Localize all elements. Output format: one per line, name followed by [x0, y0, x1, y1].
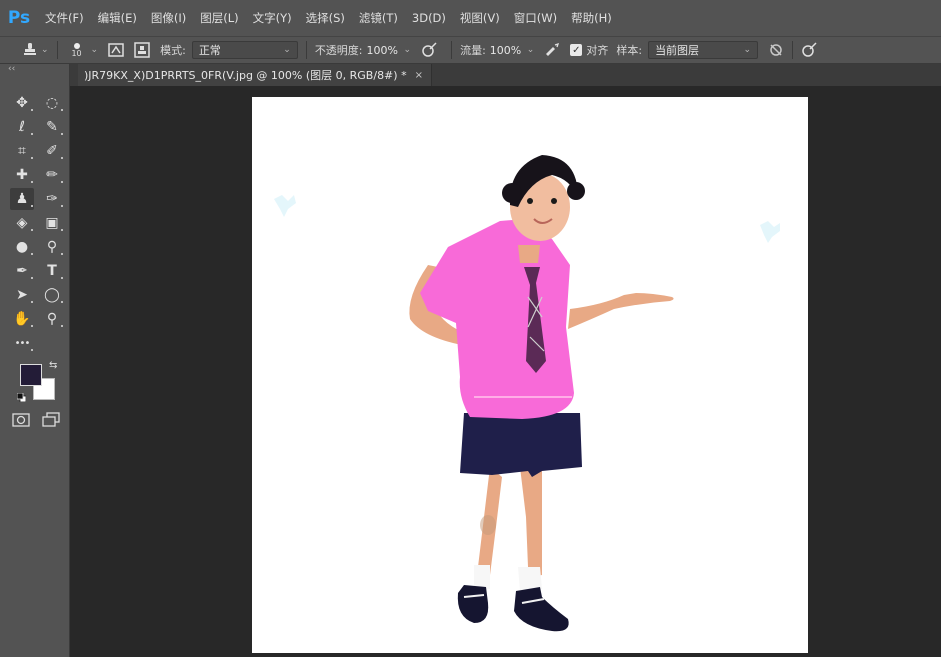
document-tab-bar: )JR79KX_X)D1PRRTS_0FR(V.jpg @ 100% (图层 0… — [70, 64, 941, 86]
collapse-toolbox-icon[interactable]: ‹‹ — [0, 64, 69, 76]
divider — [305, 41, 307, 59]
flow-field[interactable]: 100% — [490, 41, 524, 59]
opacity-field[interactable]: 100% — [367, 41, 401, 59]
brush-settings-panel-icon[interactable] — [108, 42, 124, 58]
sample-value: 当前图层 — [655, 44, 700, 57]
align-checkbox[interactable]: ✓ 对齐 — [570, 36, 608, 64]
divider — [792, 41, 794, 59]
workspace — [70, 86, 941, 657]
chevron-down-icon: ⌄ — [41, 45, 49, 55]
menu-window[interactable]: 窗口(W) — [507, 0, 564, 36]
history-brush-tool[interactable]: ✑ — [40, 188, 64, 210]
type-tool[interactable]: T — [40, 260, 64, 282]
eyedropper-tool[interactable]: ✐ — [40, 140, 64, 162]
toolbox: ‹‹ ✥ ◌ ℓ ✎ ⌗ ✐ ✚ ✏ ♟ ✑ ◈ ▣ ● ⚲ ✒ T ➤ ◯ ✋… — [0, 64, 70, 657]
menu-select[interactable]: 选择(S) — [299, 0, 352, 36]
path-selection-tool[interactable]: ➤ — [10, 284, 34, 306]
marquee-tool[interactable]: ◌ — [40, 92, 64, 114]
brush-size-picker[interactable]: 10 — [66, 36, 88, 64]
menu-edit[interactable]: 编辑(E) — [91, 0, 144, 36]
clone-source-panel-icon[interactable] — [134, 42, 150, 58]
pen-tool[interactable]: ✒ — [10, 260, 34, 282]
ignore-adjustment-layers-icon[interactable] — [768, 42, 784, 58]
menu-file[interactable]: 文件(F) — [38, 0, 91, 36]
menu-3d[interactable]: 3D(D) — [405, 0, 453, 36]
tool-preset-picker[interactable]: ⌄ — [22, 36, 49, 64]
chevron-down-icon: ⌄ — [283, 45, 291, 55]
sample-label: 样本: — [616, 44, 643, 57]
clone-stamp-tool[interactable]: ♟ — [10, 188, 34, 210]
ellipse-tool[interactable]: ◯ — [40, 284, 64, 306]
sample-select[interactable]: 当前图层 ⌄ — [648, 41, 759, 59]
zoom-tool[interactable]: ⚲ — [40, 308, 64, 330]
document-tab[interactable]: )JR79KX_X)D1PRRTS_0FR(V.jpg @ 100% (图层 0… — [78, 64, 432, 86]
hand-tool[interactable]: ✋ — [10, 308, 34, 330]
menu-view[interactable]: 视图(V) — [453, 0, 507, 36]
mode-label: 模式: — [160, 44, 186, 57]
chevron-down-icon: ⌄ — [743, 45, 752, 55]
close-icon[interactable]: × — [415, 70, 423, 81]
quick-selection-tool[interactable]: ✎ — [40, 116, 64, 138]
menu-bar: Ps 文件(F) 编辑(E) 图像(I) 图层(L) 文字(Y) 选择(S) 滤… — [0, 0, 941, 36]
mode-value: 正常 — [198, 44, 221, 57]
dodge-tool[interactable]: ⚲ — [40, 236, 64, 258]
photo-child-in-uniform — [274, 155, 780, 632]
quick-mask-icon[interactable] — [12, 413, 30, 430]
checkmark-icon: ✓ — [570, 44, 583, 56]
brush-size-value: 10 — [71, 48, 82, 58]
lasso-tool[interactable]: ℓ — [10, 116, 34, 138]
screen-mode-icon[interactable] — [42, 412, 60, 431]
flow-chevron-icon[interactable]: ⌄ — [527, 45, 535, 55]
menu-image[interactable]: 图像(I) — [144, 0, 193, 36]
align-label: 对齐 — [586, 44, 609, 57]
healing-brush-tool[interactable]: ✚ — [10, 164, 34, 186]
menu-filter[interactable]: 滤镜(T) — [352, 0, 405, 36]
crop-tool[interactable]: ⌗ — [10, 140, 34, 162]
document-tab-title: )JR79KX_X)D1PRRTS_0FR(V.jpg @ 100% (图层 0… — [84, 69, 407, 82]
options-bar: ⌄ 10 ⌄ 模式: 正常 ⌄ 不透明度: 100% ⌄ 流量: 100% ⌄ … — [0, 36, 941, 64]
pressure-opacity-icon[interactable] — [421, 42, 437, 58]
brush-tool[interactable]: ✏ — [40, 164, 64, 186]
airbrush-icon[interactable] — [544, 42, 560, 58]
swap-colors-icon[interactable]: ⇆ — [49, 360, 57, 371]
mode-select[interactable]: 正常 ⌄ — [191, 41, 298, 59]
photoshop-logo[interactable]: Ps — [0, 0, 38, 36]
opacity-label: 不透明度: — [314, 44, 363, 57]
eraser-tool[interactable]: ◈ — [10, 212, 34, 234]
blur-tool[interactable]: ● — [10, 236, 34, 258]
more-tools-button[interactable]: ••• — [10, 332, 34, 354]
move-tool[interactable]: ✥ — [10, 92, 34, 114]
chevron-down-icon[interactable]: ⌄ — [91, 45, 99, 55]
divider — [451, 41, 453, 59]
gradient-tool[interactable]: ▣ — [40, 212, 64, 234]
opacity-chevron-icon[interactable]: ⌄ — [404, 45, 412, 55]
document-canvas[interactable] — [252, 97, 808, 653]
default-colors-icon[interactable] — [16, 392, 27, 403]
menu-type[interactable]: 文字(Y) — [246, 0, 299, 36]
foreground-color-swatch[interactable] — [20, 364, 42, 386]
divider — [56, 41, 58, 59]
clone-stamp-icon — [22, 42, 38, 58]
menu-help[interactable]: 帮助(H) — [564, 0, 619, 36]
pressure-size-icon[interactable] — [801, 42, 817, 58]
menu-layer[interactable]: 图层(L) — [193, 0, 245, 36]
flow-label: 流量: — [460, 44, 486, 57]
